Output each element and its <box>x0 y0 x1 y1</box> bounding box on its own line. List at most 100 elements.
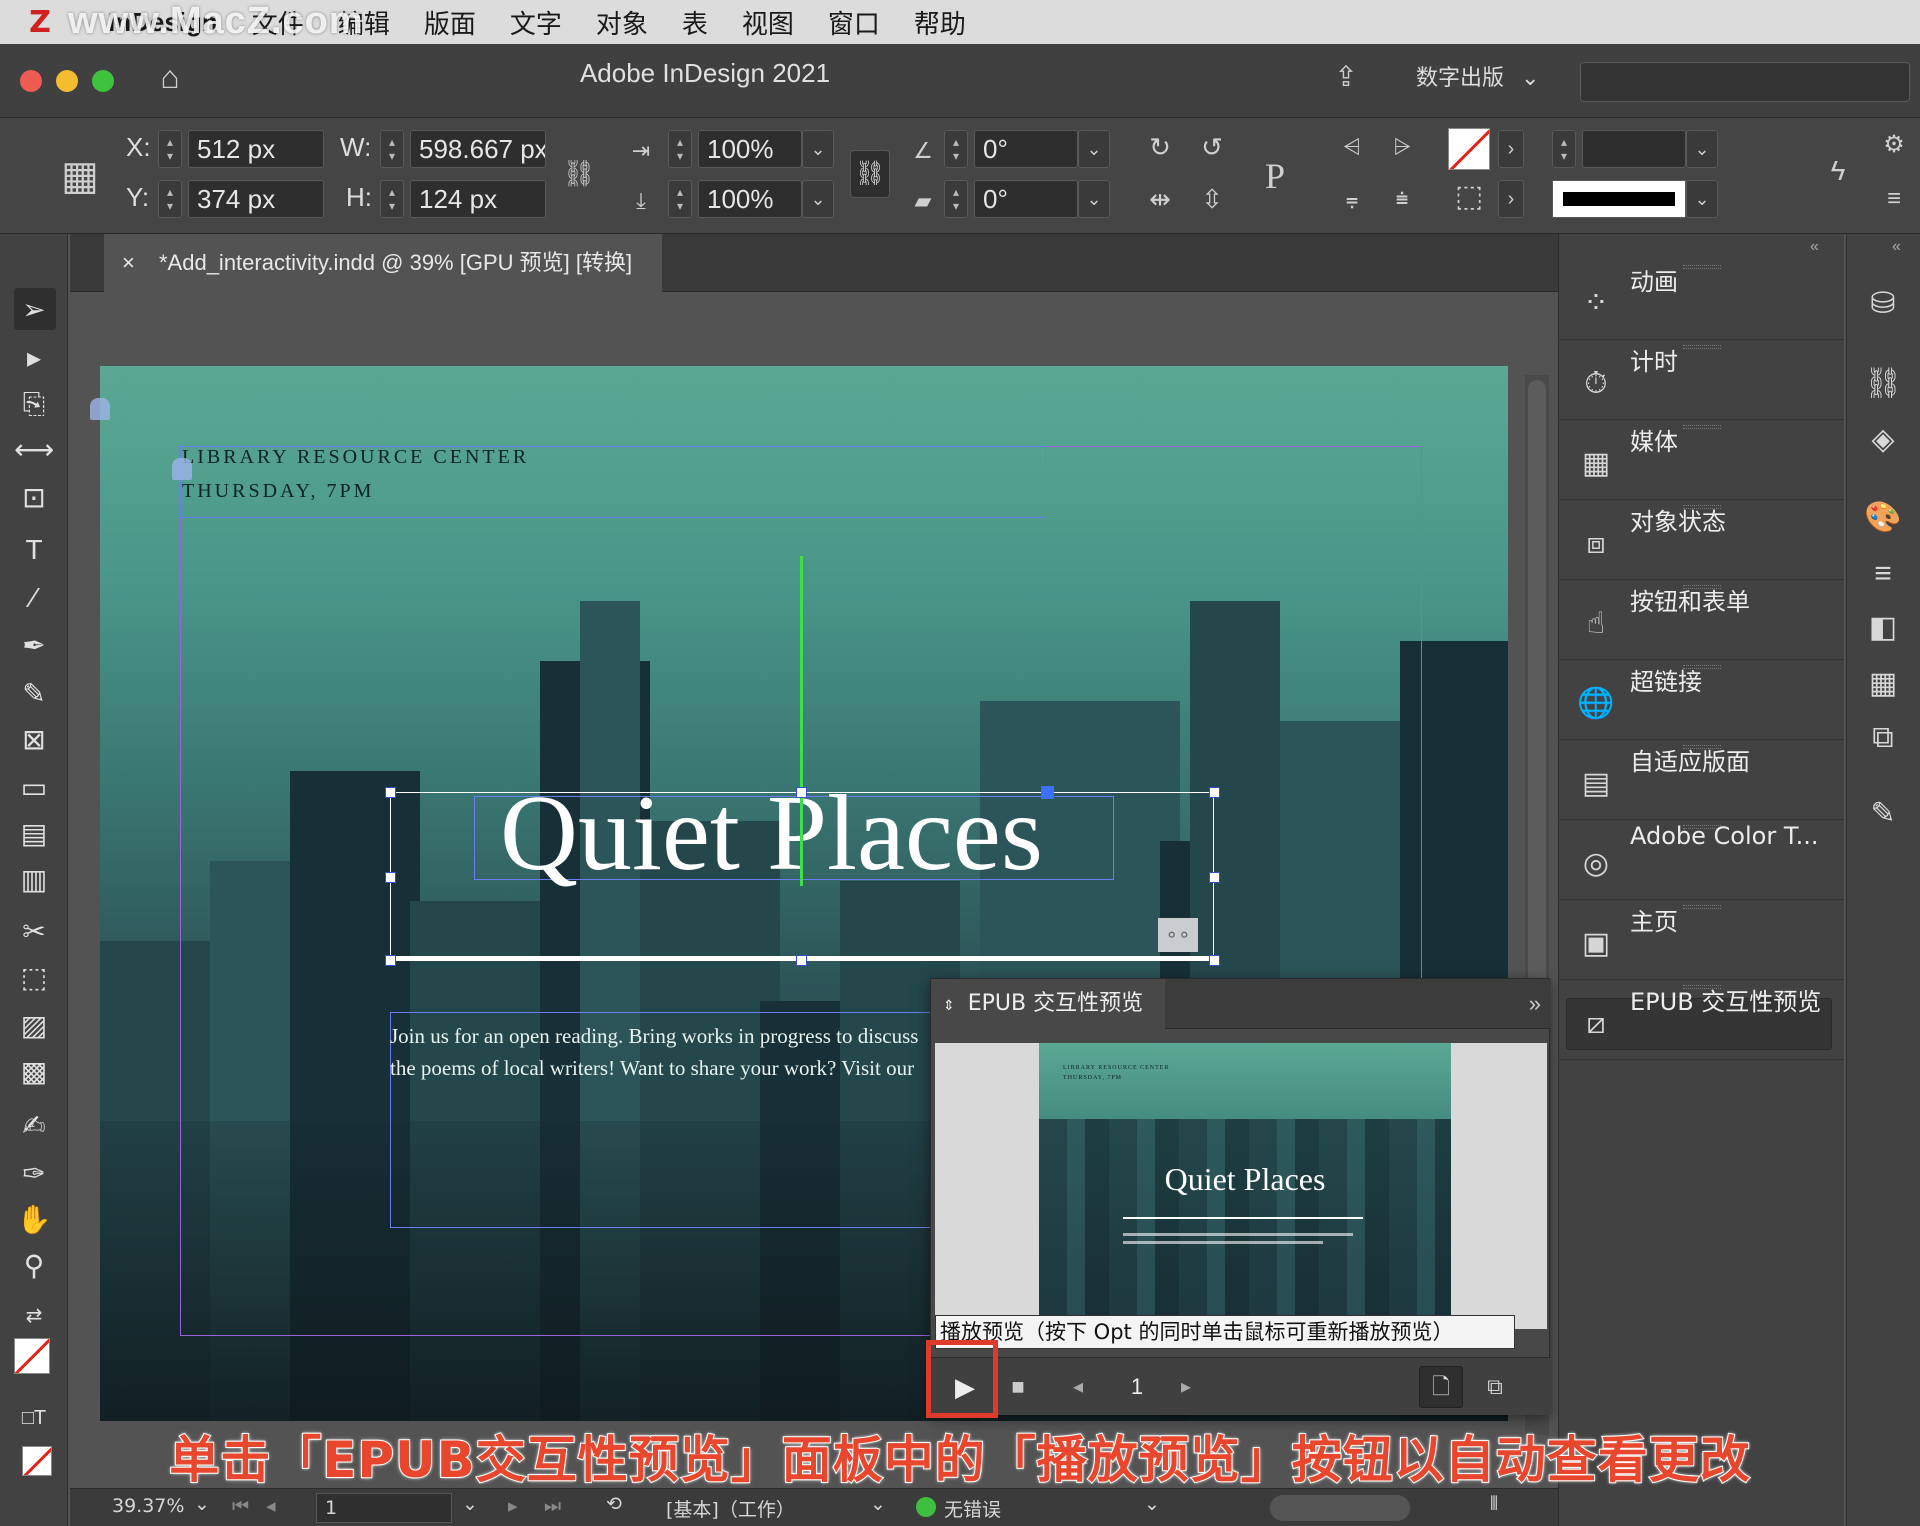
panel-media[interactable]: ▦ 媒体 <box>1558 422 1844 500</box>
pen-tool-icon[interactable]: ✒ <box>14 626 54 666</box>
constrain-proportions-icon[interactable]: ⛓ <box>562 156 596 190</box>
search-field[interactable] <box>1580 62 1910 102</box>
gear-icon[interactable]: ⚙ <box>1876 128 1912 162</box>
gradient-feather-tool-icon[interactable]: ▩ <box>14 1052 54 1092</box>
note-tool-icon[interactable]: ✍ <box>14 1106 54 1146</box>
page-spread-icon[interactable]: ⟲ <box>606 1493 622 1515</box>
shear-stepper[interactable]: ▴ ▾ <box>944 180 968 218</box>
stroke-type-field[interactable] <box>1552 180 1686 218</box>
y-stepper[interactable]: ▴ ▾ <box>158 180 182 218</box>
line-tool-icon[interactable]: ⁄ <box>14 578 54 618</box>
content-collector-icon[interactable]: ⊡ <box>14 478 54 518</box>
drag-grip[interactable] <box>1683 265 1721 269</box>
tab-toggle-icon[interactable]: ⇕ <box>943 998 955 1014</box>
rectangle-frame-tool-icon[interactable]: ⊠ <box>14 720 54 760</box>
direct-selection-tool-icon[interactable]: ▸ <box>14 338 54 378</box>
free-transform-tool-icon[interactable]: ⬚ <box>14 958 54 998</box>
zoom-level[interactable]: 39.37% <box>112 1495 184 1517</box>
lock-icon[interactable] <box>172 458 192 480</box>
scale-x-field[interactable]: 100% <box>698 130 802 168</box>
profile-dropdown-icon[interactable]: ⌄ <box>870 1493 886 1515</box>
handle-bottom-left[interactable] <box>385 955 396 966</box>
handle-top-left[interactable] <box>385 787 396 798</box>
content-grabber[interactable] <box>1041 786 1054 799</box>
preflight-profile[interactable]: [基本]（工作） <box>666 1495 795 1522</box>
h-field[interactable]: 124 px <box>410 180 546 218</box>
panel-menu-icon[interactable]: ≡ <box>1876 182 1912 216</box>
handle-top-right[interactable] <box>1209 787 1220 798</box>
x-stepper[interactable]: ▴ ▾ <box>158 130 182 168</box>
grid-tool-icon[interactable]: ▥ <box>14 860 54 900</box>
w-stepper[interactable]: ▴ ▾ <box>380 130 404 168</box>
table-tool-icon[interactable]: ▤ <box>14 814 54 854</box>
selection-tool-icon[interactable]: ➢ <box>14 290 54 330</box>
rotate-ccw-icon[interactable]: ↺ <box>1194 130 1230 164</box>
page-tool-icon[interactable]: ⎘ <box>14 384 54 424</box>
edit-strip-icon[interactable]: ✎ <box>1846 792 1920 836</box>
panel-liquid-layout[interactable]: ▤ 自适应版面 <box>1558 742 1844 820</box>
gradient-icon[interactable]: ◧ <box>1846 606 1920 650</box>
last-page-icon[interactable]: ⏭ <box>544 1495 561 1517</box>
collapse-panel-icon[interactable]: » <box>1529 979 1541 1029</box>
link-scale-icon[interactable]: ⛓ <box>850 150 890 198</box>
horizontal-scrollbar[interactable] <box>1270 1495 1410 1521</box>
rotate-cw-icon[interactable]: ↻ <box>1142 130 1178 164</box>
fill-none-icon[interactable] <box>1448 128 1490 170</box>
swap-fill-stroke-icon[interactable]: ⇄ <box>14 1296 54 1336</box>
preview-selection-icon[interactable]: 🗋 <box>1419 1366 1463 1408</box>
quick-apply-icon[interactable]: ϟ <box>1820 154 1856 188</box>
drag-grip[interactable] <box>1683 345 1721 349</box>
first-page-icon[interactable]: ⏮ <box>232 1495 249 1517</box>
menu-object[interactable]: 对象 <box>596 4 648 41</box>
swatches-icon[interactable]: 🎨 <box>1846 496 1920 540</box>
previous-page-button[interactable]: ◂ <box>1063 1368 1093 1406</box>
handle-top-center[interactable] <box>796 787 807 798</box>
h-stepper[interactable]: ▴ ▾ <box>380 180 404 218</box>
panel-epub-preview[interactable]: ⧄ EPUB 交互性预览 <box>1558 982 1844 1060</box>
select-next-icon[interactable]: ⩧ <box>1384 182 1420 216</box>
scale-x-dropdown[interactable]: ⌄ <box>802 130 834 168</box>
pages-strip-icon[interactable]: ⧉ <box>1846 716 1920 760</box>
pencil-tool-icon[interactable]: ✎ <box>14 674 54 714</box>
collapse-strip-icon[interactable]: « <box>1892 238 1901 256</box>
next-page-button[interactable]: ▸ <box>1171 1368 1201 1406</box>
scale-y-field[interactable]: 100% <box>698 180 802 218</box>
fill-menu-chevron-icon[interactable]: › <box>1498 130 1524 168</box>
stroke-frame-icon[interactable]: ⬚ <box>1448 180 1490 214</box>
prev-page-icon[interactable]: ◂ <box>266 1495 276 1517</box>
color-icon[interactable]: ▦ <box>1846 662 1920 706</box>
y-field[interactable]: 374 px <box>188 180 324 218</box>
rotate-stepper[interactable]: ▴ ▾ <box>944 130 968 168</box>
stroke-type-dropdown[interactable]: ⌄ <box>1686 180 1718 218</box>
preview-spread-icon[interactable]: ⧉ <box>1473 1366 1517 1408</box>
scissors-tool-icon[interactable]: ✂ <box>14 912 54 952</box>
menu-table[interactable]: 表 <box>682 4 708 41</box>
panel-hyperlinks[interactable]: 🌐 超链接 <box>1558 662 1844 740</box>
preflight-dropdown-icon[interactable]: ⌄ <box>1144 1493 1160 1515</box>
panel-timing[interactable]: ⏱ 计时 <box>1558 342 1844 420</box>
p-reference-icon[interactable]: P <box>1250 148 1300 204</box>
zoom-tool-icon[interactable]: ⚲ <box>14 1246 54 1286</box>
rotate-dropdown[interactable]: ⌄ <box>1078 130 1110 168</box>
type-tool-icon[interactable]: T <box>14 530 54 570</box>
panel-pages[interactable]: ▣ 主页 <box>1558 902 1844 980</box>
document-tab[interactable]: × *Add_interactivity.indd @ 39% [GPU 预览]… <box>104 234 663 292</box>
handle-middle-right[interactable] <box>1209 872 1220 883</box>
stroke-weight-field[interactable] <box>1582 130 1686 168</box>
stroke-weight-dropdown[interactable]: ⌄ <box>1686 130 1718 168</box>
scale-y-dropdown[interactable]: ⌄ <box>802 180 834 218</box>
handle-bottom-right[interactable] <box>1209 955 1220 966</box>
selection-bounding-box[interactable] <box>390 792 1214 960</box>
menu-layout[interactable]: 版面 <box>424 4 476 41</box>
panel-adobe-color[interactable]: ◎ Adobe Color T... <box>1558 822 1844 900</box>
handle-bottom-center[interactable] <box>796 955 807 966</box>
menu-view[interactable]: 视图 <box>742 4 794 41</box>
drag-grip[interactable] <box>1683 905 1721 909</box>
reference-point-icon[interactable]: ▦ <box>52 148 108 204</box>
scale-x-stepper[interactable]: ▴ ▾ <box>668 130 692 168</box>
shear-dropdown[interactable]: ⌄ <box>1078 180 1110 218</box>
rectangle-tool-icon[interactable]: ▭ <box>14 768 54 808</box>
animation-proxy-icon[interactable]: ∘∘ <box>1158 918 1198 952</box>
menu-window[interactable]: 窗口 <box>828 4 880 41</box>
gradient-swatch-tool-icon[interactable]: ▨ <box>14 1006 54 1046</box>
